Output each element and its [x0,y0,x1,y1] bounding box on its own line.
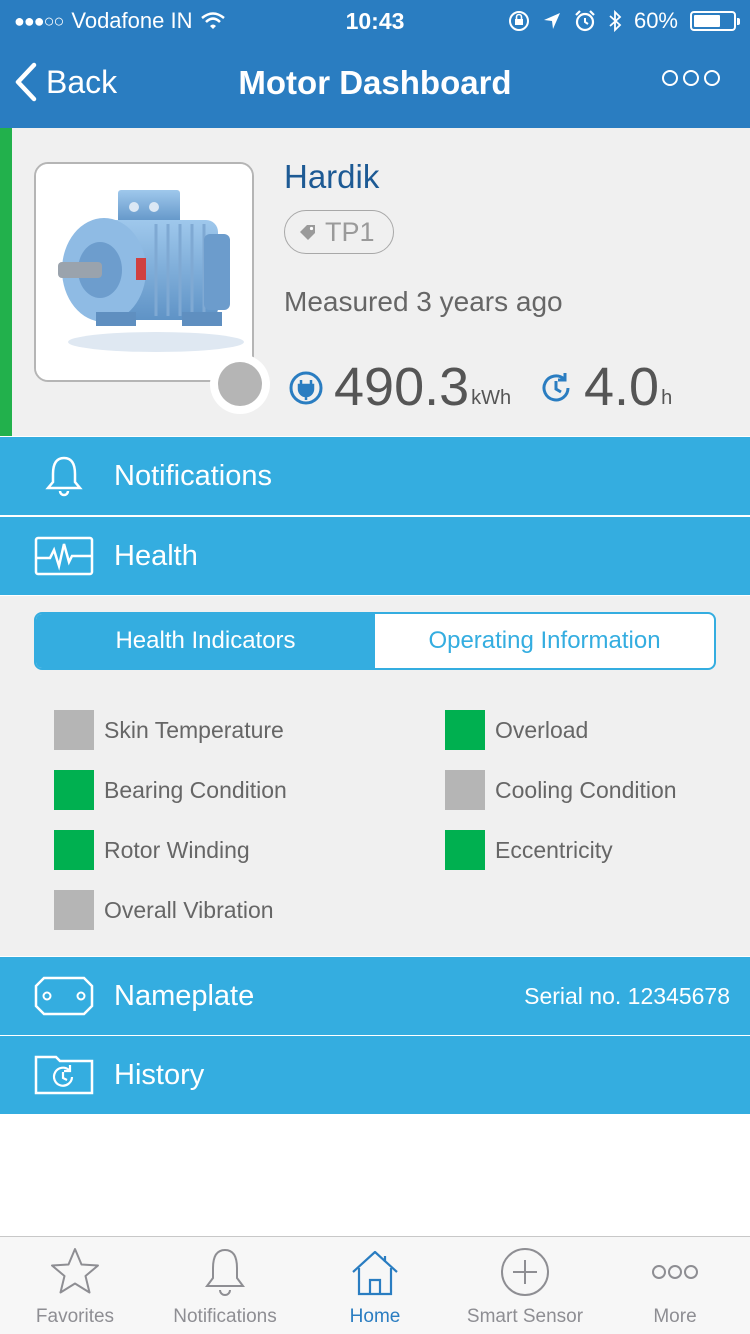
more-icon [652,1265,698,1279]
nameplate-section-header[interactable]: Nameplate Serial no. 12345678 [0,957,750,1035]
top-bar: ●●●○○ Vodafone IN 10:43 60% Back Motor D… [0,0,750,128]
status-bar: ●●●○○ Vodafone IN 10:43 60% [0,0,750,40]
motor-summary-card: Hardik TP1 Measured 3 years ago 490.3 kW… [0,128,750,436]
status-square [445,830,485,870]
rotation-lock-icon [508,11,529,31]
status-square [54,890,94,930]
tab-label: Notifications [173,1306,277,1327]
history-section-header[interactable]: History [0,1036,750,1114]
indicator-rotor-winding: Rotor Winding [54,830,250,870]
status-square [54,770,94,810]
motor-name: Hardik [284,158,380,195]
health-panel: Health Indicators Operating Information … [0,596,750,956]
energy-unit: kWh [471,387,512,409]
tab-more[interactable]: More [600,1237,750,1334]
runtime-unit: h [661,387,673,409]
clock-refresh-icon [542,373,570,402]
indicator-eccentricity: Eccentricity [445,830,613,870]
health-segmented-control: Health Indicators Operating Information [34,612,716,670]
indicator-label: Bearing Condition [104,776,287,803]
tab-operating-information[interactable]: Operating Information [375,614,714,668]
tab-notifications[interactable]: Notifications [150,1237,300,1334]
health-section-header[interactable]: Health [0,517,750,595]
nameplate-icon [34,976,94,1016]
bell-icon [45,456,83,497]
tab-health-indicators[interactable]: Health Indicators [36,614,375,668]
serial-number: Serial no. 12345678 [524,982,730,1009]
tag-icon [300,225,315,240]
heartbeat-monitor-icon [34,536,94,576]
indicator-label: Eccentricity [495,836,613,863]
tab-label: Home [349,1306,401,1327]
motor-photo [34,162,254,382]
runtime-metric: 4.0 h [538,360,672,414]
indicator-label: Rotor Winding [104,836,250,863]
status-square [445,710,485,750]
notifications-section-label: Notifications [114,459,272,492]
tab-smart-sensor[interactable]: Smart Sensor [450,1237,600,1334]
indicator-overall-vibration: Overall Vibration [54,890,274,930]
energy-value: 490.3 [334,357,470,417]
bluetooth-icon [609,9,622,33]
plus-circle-icon [501,1248,549,1296]
nav-bar: Back Motor Dashboard [0,40,750,128]
indicator-label: Skin Temperature [104,716,284,743]
indicator-skin-temperature: Skin Temperature [54,710,284,750]
bottom-tab-bar: Favorites Notifications Home Smart Senso… [0,1236,750,1334]
notifications-section-header[interactable]: Notifications [0,437,750,515]
home-icon [352,1250,398,1296]
more-options-button[interactable] [662,70,720,86]
star-icon [51,1248,99,1294]
status-dot [218,362,262,406]
location-arrow-icon [543,13,560,29]
tab-home[interactable]: Home [300,1237,450,1334]
energy-metric: 490.3 kWh [288,360,511,414]
battery-icon [690,11,740,31]
indicator-overload: Overload [445,710,588,750]
alarm-icon [575,10,595,32]
motor-image [36,164,252,380]
bell-icon [205,1248,245,1296]
status-square [445,770,485,810]
measured-time: Measured 3 years ago [284,286,563,317]
indicator-label: Overload [495,716,589,743]
indicator-label: Cooling Condition [495,776,677,803]
indicator-bearing-condition: Bearing Condition [54,770,287,810]
runtime-value: 4.0 [584,357,660,417]
tag-label: TP1 [325,216,375,247]
indicator-cooling-condition: Cooling Condition [445,770,677,810]
tab-label: Smart Sensor [466,1306,584,1327]
motor-tag[interactable]: TP1 [284,210,394,254]
nameplate-section-label: Nameplate [114,979,255,1012]
plug-icon [289,371,323,405]
health-section-label: Health [114,539,198,572]
motor-status-indicator [210,354,270,414]
status-square [54,830,94,870]
tab-favorites[interactable]: Favorites [0,1237,150,1334]
indicator-label: Overall Vibration [104,896,274,923]
status-square [54,710,94,750]
battery-percent: 60% [633,8,678,33]
tab-label: Favorites [35,1306,115,1327]
history-section-label: History [114,1058,205,1091]
tab-label: More [653,1306,697,1327]
history-folder-icon [34,1055,94,1095]
page-title: Motor Dashboard [238,64,512,101]
